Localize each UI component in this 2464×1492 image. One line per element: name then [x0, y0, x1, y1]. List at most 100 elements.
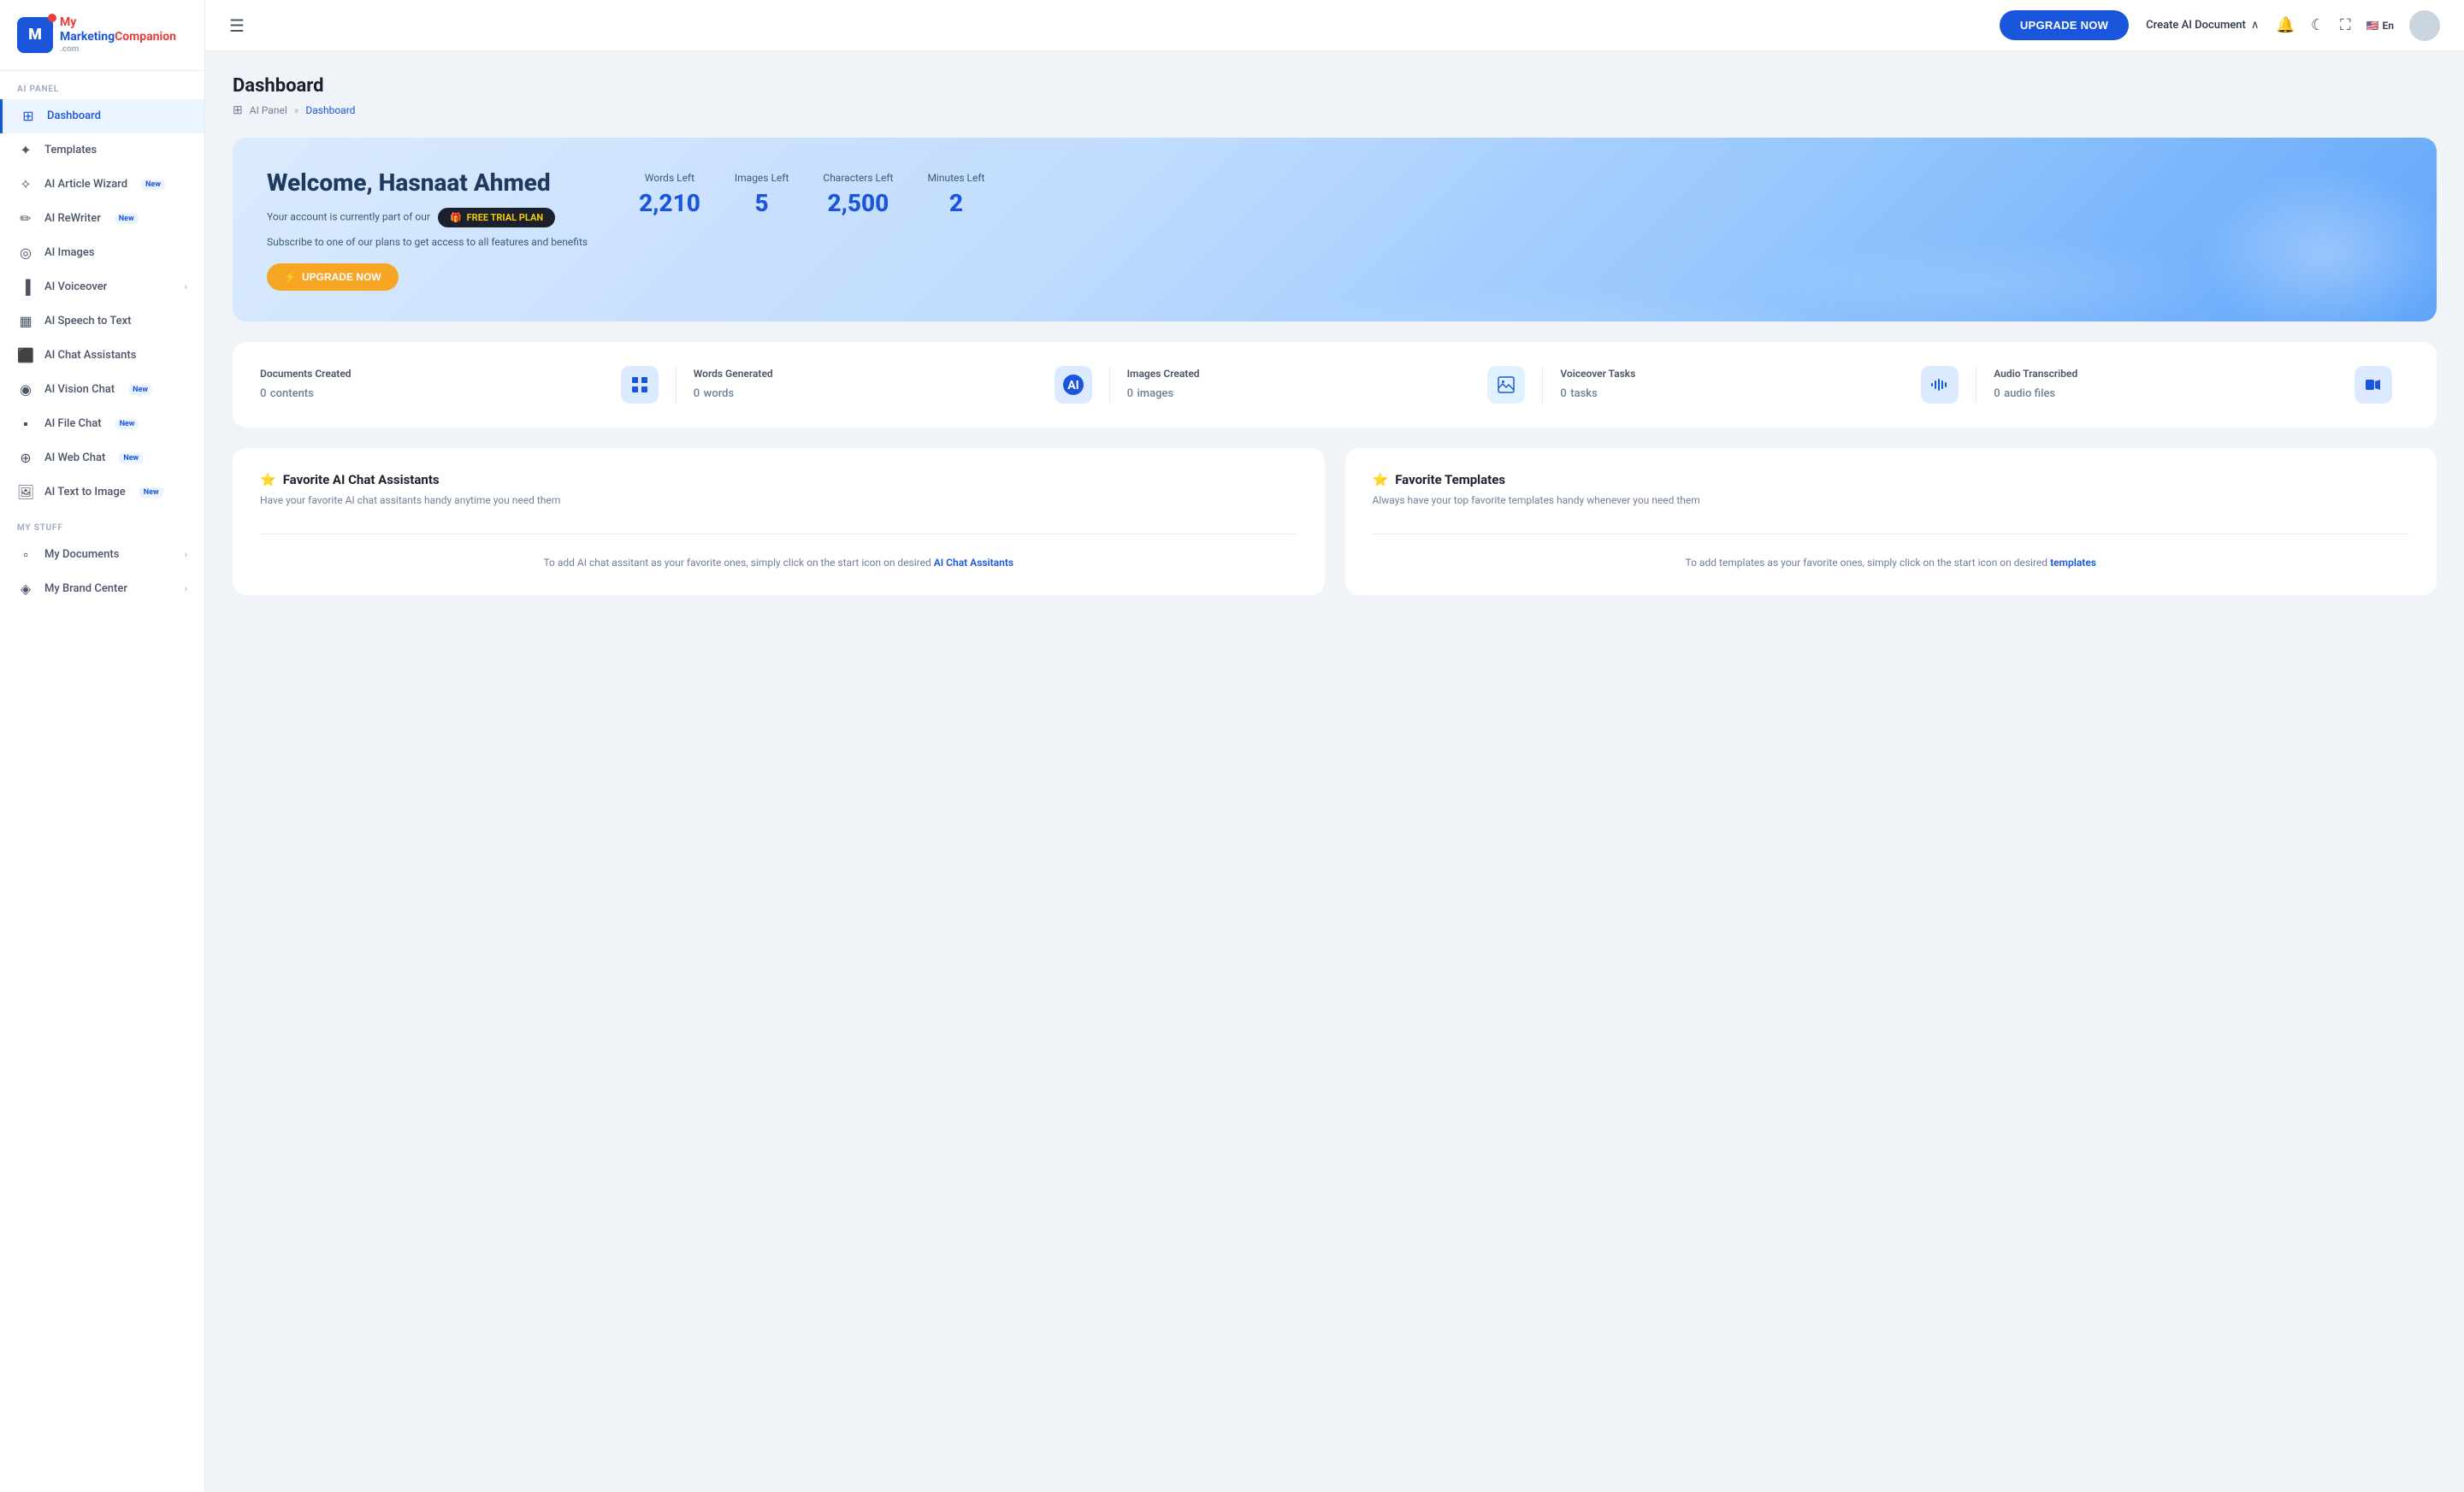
star-icon-templates: ⭐ — [1373, 472, 1389, 487]
stat-words-left-label: Words Left — [639, 172, 700, 184]
fullscreen-icon[interactable]: ⛶ — [2340, 16, 2351, 34]
create-ai-chevron-icon: ∧ — [2251, 19, 2260, 32]
welcome-left-section: Welcome, Hasnaat Ahmed Your account is c… — [267, 168, 588, 291]
logo-icon — [17, 17, 53, 53]
upgrade-now-button[interactable]: UPGRADE NOW — [2000, 10, 2129, 40]
stat-card-words-icon: AI — [1055, 366, 1092, 404]
user-avatar[interactable] — [2409, 10, 2440, 41]
stat-card-words-info: Words Generated 0 words — [694, 368, 1041, 401]
page-title: Dashboard — [233, 75, 2437, 97]
main-area: ☰ UPGRADE NOW Create AI Document ∧ 🔔 ☾ ⛶… — [205, 0, 2464, 1492]
language-selector[interactable]: 🇺🇸 En — [2367, 20, 2394, 32]
sidebar-section-my: MY STUFF — [0, 510, 204, 538]
flag-icon: 🇺🇸 — [2367, 20, 2379, 32]
logo: My MarketingCompanion .com — [0, 0, 204, 71]
stat-card-audio-info: Audio Transcribed 0 audio files — [1994, 368, 2341, 401]
templates-link[interactable]: templates — [2050, 557, 2096, 569]
stat-card-documents: Documents Created 0 contents — [260, 366, 677, 404]
stat-minutes-left-label: Minutes Left — [927, 172, 984, 184]
stat-card-audio-value: 0 audio files — [1994, 383, 2341, 401]
notification-icon[interactable]: 🔔 — [2276, 16, 2295, 34]
sidebar-item-dashboard-label: Dashboard — [47, 109, 101, 122]
favorite-sections: ⭐ Favorite AI Chat Assistants Have your … — [233, 448, 2437, 595]
stat-card-voiceover-icon — [1921, 366, 1959, 404]
stat-card-voiceover-info: Voiceover Tasks 0 tasks — [1560, 368, 1907, 401]
stat-minutes-left: Minutes Left 2 — [927, 172, 984, 217]
ai-text-to-image-icon: 🖼 — [17, 484, 34, 501]
sidebar-item-ai-web-chat[interactable]: ⊕ AI Web Chat New — [0, 441, 204, 475]
ai-web-chat-icon: ⊕ — [17, 450, 34, 467]
stat-card-audio: Audio Transcribed 0 audio files — [1977, 366, 2409, 404]
stat-card-voiceover-value: 0 tasks — [1560, 383, 1907, 401]
create-ai-document-label: Create AI Document — [2146, 19, 2246, 32]
my-documents-chevron: › — [185, 549, 187, 560]
ai-chat-assistants-link[interactable]: AI Chat Assitants — [934, 557, 1013, 569]
free-trial-badge: 🎁 FREE TRIAL PLAN — [438, 208, 555, 227]
header: ☰ UPGRADE NOW Create AI Document ∧ 🔔 ☾ ⛶… — [205, 0, 2464, 51]
sidebar-item-my-documents-label: My Documents — [44, 548, 119, 561]
sidebar-item-ai-article-wizard[interactable]: ✧ AI Article Wizard New — [0, 168, 204, 202]
stat-card-audio-title: Audio Transcribed — [1994, 368, 2341, 380]
stat-images-left: Images Left 5 — [735, 172, 789, 217]
stat-characters-left: Characters Left 2,500 — [823, 172, 893, 217]
stat-card-words-value: 0 words — [694, 383, 1041, 401]
stat-characters-left-value: 2,500 — [823, 189, 893, 217]
stat-card-voiceover: Voiceover Tasks 0 tasks — [1543, 366, 1977, 404]
my-brand-center-icon: ◈ — [17, 581, 34, 598]
sidebar-item-ai-article-wizard-label: AI Article Wizard — [44, 178, 127, 191]
stat-card-images-value: 0 images — [1127, 383, 1474, 401]
favorite-templates-empty: To add templates as your favorite ones, … — [1373, 534, 2410, 571]
welcome-upgrade-button[interactable]: ⚡ UPGRADE NOW — [267, 263, 399, 291]
breadcrumb-panel: AI Panel — [250, 104, 287, 116]
sidebar-item-ai-text-to-image[interactable]: 🖼 AI Text to Image New — [0, 475, 204, 510]
stat-card-images: Images Created 0 images — [1110, 366, 1544, 404]
favorite-templates-card: ⭐ Favorite Templates Always have your to… — [1345, 448, 2437, 595]
sidebar-item-ai-file-chat[interactable]: ▪ AI File Chat New — [0, 407, 204, 441]
sidebar-item-my-brand-center[interactable]: ◈ My Brand Center › — [0, 572, 204, 606]
welcome-greeting: Welcome, Hasnaat Ahmed — [267, 168, 588, 198]
templates-icon: ✦ — [17, 142, 34, 159]
ai-article-wizard-icon: ✧ — [17, 176, 34, 193]
stat-card-images-info: Images Created 0 images — [1127, 368, 1474, 401]
menu-toggle-icon[interactable]: ☰ — [229, 15, 245, 36]
sidebar-item-dashboard[interactable]: ⊞ Dashboard — [0, 99, 204, 133]
stat-images-left-label: Images Left — [735, 172, 789, 184]
favorite-chat-empty: To add AI chat assitant as your favorite… — [260, 534, 1297, 571]
my-brand-center-chevron: › — [185, 583, 187, 594]
dark-mode-icon[interactable]: ☾ — [2311, 16, 2325, 34]
svg-text:AI: AI — [1067, 379, 1079, 392]
stat-card-documents-icon — [621, 366, 659, 404]
sidebar-section-ai: AI PANEL — [0, 71, 204, 99]
stat-card-images-title: Images Created — [1127, 368, 1474, 380]
stat-card-words: Words Generated 0 words AI — [677, 366, 1110, 404]
favorite-chat-title: ⭐ Favorite AI Chat Assistants — [260, 472, 1297, 487]
sidebar-item-ai-vision-chat-label: AI Vision Chat — [44, 383, 115, 396]
ai-voiceover-icon: ▐ — [17, 279, 34, 296]
sidebar-item-ai-speech-to-text[interactable]: ▦ AI Speech to Text — [0, 304, 204, 339]
ai-text-to-image-badge: New — [139, 487, 163, 498]
sidebar-item-ai-chat-assistants[interactable]: ⬛ AI Chat Assistants — [0, 339, 204, 373]
breadcrumb-current: Dashboard — [305, 104, 355, 116]
favorite-chat-assistants-card: ⭐ Favorite AI Chat Assistants Have your … — [233, 448, 1325, 595]
sidebar-item-ai-voiceover-label: AI Voiceover — [44, 280, 107, 293]
header-icons: 🔔 ☾ ⛶ 🇺🇸 En — [2276, 10, 2440, 41]
sidebar-item-templates[interactable]: ✦ Templates — [0, 133, 204, 168]
sidebar-item-ai-text-to-image-label: AI Text to Image — [44, 486, 126, 498]
stat-card-audio-icon — [2355, 366, 2392, 404]
logo-text: My MarketingCompanion .com — [60, 15, 176, 55]
sidebar-item-ai-web-chat-label: AI Web Chat — [44, 451, 105, 464]
star-icon-chat: ⭐ — [260, 472, 276, 487]
sidebar-item-ai-voiceover[interactable]: ▐ AI Voiceover › — [0, 270, 204, 304]
ai-article-wizard-badge: New — [141, 180, 165, 190]
sidebar-item-my-documents[interactable]: ▫ My Documents › — [0, 538, 204, 572]
stat-words-left-value: 2,210 — [639, 189, 700, 217]
sidebar-item-ai-vision-chat[interactable]: ◉ AI Vision Chat New — [0, 373, 204, 407]
welcome-stats-row: Words Left 2,210 Images Left 5 Character… — [639, 168, 984, 217]
welcome-account-text: Your account is currently part of our 🎁 … — [267, 208, 588, 227]
breadcrumb: ⊞ AI Panel » Dashboard — [233, 103, 2437, 117]
ai-vision-chat-badge: New — [128, 385, 152, 395]
breadcrumb-separator: » — [294, 104, 299, 116]
create-ai-document-button[interactable]: Create AI Document ∧ — [2146, 19, 2259, 32]
sidebar-item-ai-images[interactable]: ◎ AI Images — [0, 236, 204, 270]
sidebar-item-ai-rewriter[interactable]: ✏ AI ReWriter New — [0, 202, 204, 236]
